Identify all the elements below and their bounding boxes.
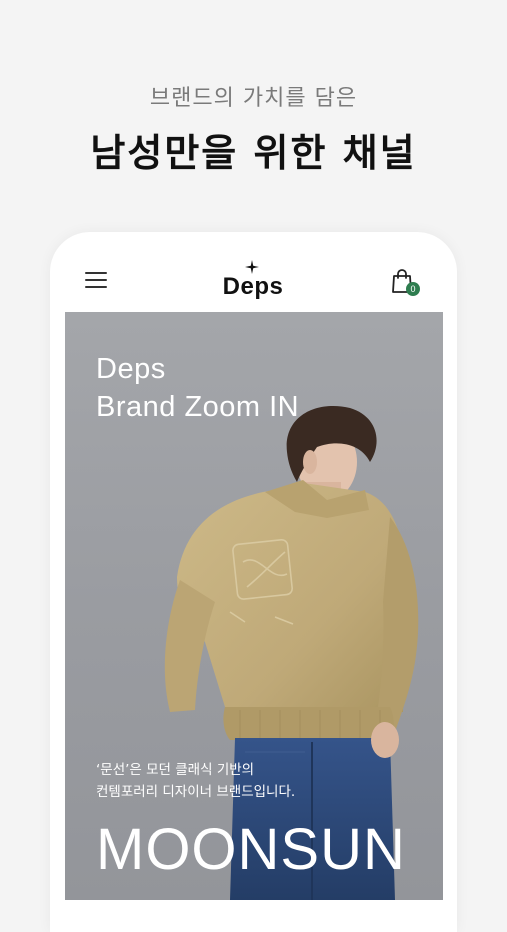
hero-title: Deps Brand Zoom IN [96,350,299,426]
hero-desc-line1: ‘문선’은 모던 클래식 기반의 [96,762,255,778]
phone-mockup: Deps 0 Deps Brand Zoom IN ‘문선’은 모던 클래식 기… [50,232,457,932]
app-logo[interactable]: Deps [203,260,303,300]
hero-title-line1: Deps [96,353,166,385]
cart-count-badge: 0 [406,282,420,296]
promo-title: 남성만을 위한 채널 [90,131,417,175]
app-bar: Deps 0 [50,232,457,312]
hero-banner[interactable]: Deps Brand Zoom IN ‘문선’은 모던 클래식 기반의 컨템포러… [65,312,443,900]
hero-desc-line2: 컨템포러리 디자이너 브랜드입니다. [96,784,296,800]
sparkle-icon [245,260,259,274]
hamburger-menu-icon[interactable] [85,272,107,290]
hero-brand-name: MOONSUN [96,817,406,882]
promo-subtitle: 브랜드의 가치를 담은 [149,86,358,111]
hero-description: ‘문선’은 모던 클래식 기반의 컨템포러리 디자이너 브랜드입니다. [96,759,295,803]
hero-title-line2: Brand Zoom IN [96,391,300,423]
cart-button[interactable]: 0 [390,268,424,298]
logo-text: Deps [222,273,284,300]
